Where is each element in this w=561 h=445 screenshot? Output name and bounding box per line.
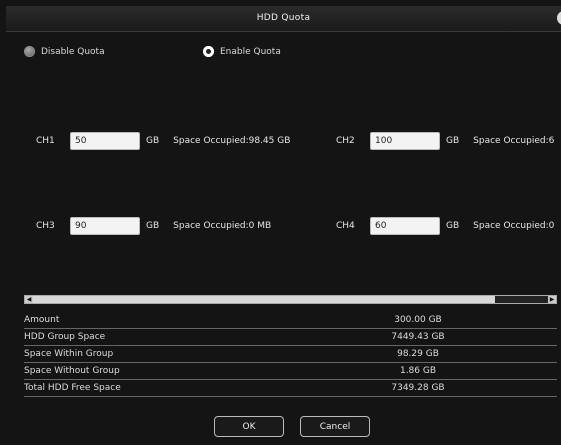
space-occupied: Space Occupied:98.45 GB xyxy=(173,136,291,146)
enable-quota-radio[interactable]: Enable Quota xyxy=(203,46,281,57)
hdd-quota-dialog: HDD Quota × Disable Quota Enable Quota C… xyxy=(0,0,561,445)
scroll-left-icon[interactable]: ◀ xyxy=(25,296,33,303)
space-occupied: Space Occupied:0 xyxy=(473,221,555,231)
disable-quota-label: Disable Quota xyxy=(41,46,105,57)
summary-row: Space Within Group 98.29 GB xyxy=(24,346,557,363)
channel-1-row: CH1 GB Space Occupied:98.45 GB xyxy=(36,132,290,150)
space-occupied: Space Occupied:6 xyxy=(473,136,555,146)
storage-summary: Amount 300.00 GB HDD Group Space 7449.43 G… xyxy=(24,312,557,397)
summary-row: Amount 300.00 GB xyxy=(24,312,557,329)
channel-4-row: CH4 GB Space Occupied:0 xyxy=(336,217,554,235)
summary-label: Amount xyxy=(24,315,60,325)
enable-quota-label: Enable Quota xyxy=(220,46,281,57)
radio-selected-icon xyxy=(203,46,214,57)
space-occupied: Space Occupied:0 MB xyxy=(173,221,272,231)
channel-3-row: CH3 GB Space Occupied:0 MB xyxy=(36,217,271,235)
radio-unselected-icon xyxy=(24,46,35,57)
unit-label: GB xyxy=(146,221,160,231)
summary-label: Total HDD Free Space xyxy=(24,383,121,393)
summary-value: 7449.43 GB xyxy=(391,332,445,342)
unit-label: GB xyxy=(146,136,160,146)
title-bar[interactable]: HDD Quota × xyxy=(6,6,561,32)
summary-value: 1.86 GB xyxy=(399,366,437,376)
dialog-title: HDD Quota xyxy=(256,13,311,23)
summary-value: 7349.28 GB xyxy=(391,383,445,393)
unit-label: GB xyxy=(446,136,460,146)
summary-row: Space Without Group 1.86 GB xyxy=(24,363,557,380)
unit-label: GB xyxy=(446,221,460,231)
channel-4-quota-input[interactable] xyxy=(370,217,440,235)
summary-row: HDD Group Space 7449.43 GB xyxy=(24,329,557,346)
scroll-thumb[interactable] xyxy=(33,296,495,303)
channel-3-quota-input[interactable] xyxy=(70,217,140,235)
scroll-right-icon[interactable]: ▶ xyxy=(548,296,556,303)
disable-quota-radio[interactable]: Disable Quota xyxy=(24,46,105,57)
horizontal-scrollbar[interactable]: ◀ ▶ xyxy=(24,295,557,304)
channel-2-row: CH2 GB Space Occupied:6 xyxy=(336,132,554,150)
summary-value: 98.29 GB xyxy=(397,349,439,359)
summary-label: Space Without Group xyxy=(24,366,120,376)
summary-label: HDD Group Space xyxy=(24,332,106,342)
summary-row: Total HDD Free Space 7349.28 GB xyxy=(24,380,557,397)
ok-button[interactable]: OK xyxy=(214,416,284,437)
summary-value: 300.00 GB xyxy=(394,315,442,325)
cancel-button[interactable]: Cancel xyxy=(300,416,370,437)
summary-label: Space Within Group xyxy=(24,349,114,359)
channel-1-quota-input[interactable] xyxy=(70,132,140,150)
channel-2-quota-input[interactable] xyxy=(370,132,440,150)
